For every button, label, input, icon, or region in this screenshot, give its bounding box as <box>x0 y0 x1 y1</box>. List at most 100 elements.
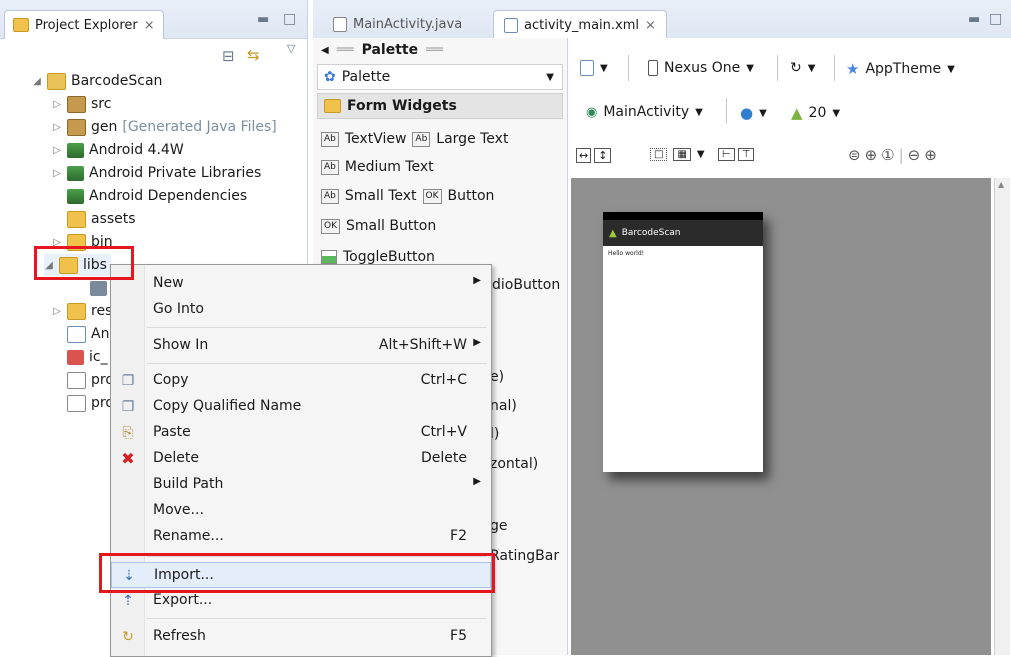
device-preview[interactable]: ▲ BarcodeScan Hello world! <box>603 212 763 472</box>
palette-widget-partial[interactable]: nal) <box>490 398 517 414</box>
toggle-fill-width-icon[interactable]: ↔ <box>576 148 592 163</box>
project-explorer-tab-label: Project Explorer <box>35 17 138 33</box>
margins-icon[interactable]: □ <box>650 148 668 161</box>
collapse-left-icon[interactable]: ◀ <box>321 45 329 56</box>
palette-widget-partial[interactable]: ge <box>490 518 508 534</box>
palette-widget-ratingbar-partial[interactable]: RatingBar <box>490 548 559 564</box>
zoom-fit-icon[interactable]: ⊜ <box>848 146 861 164</box>
palette-widget-partial[interactable]: zontal) <box>490 456 538 472</box>
project-explorer-tabbar: Project Explorer ⨯ ▬ □ <box>0 0 307 39</box>
maximize-icon[interactable]: □ <box>283 11 296 27</box>
menu-item-refresh[interactable]: ↻ Refresh F5 <box>111 624 491 650</box>
tree-item-src[interactable]: ▷ src <box>52 93 111 115</box>
menu-item-copy-qualified-name[interactable]: ❐ Copy Qualified Name <box>111 394 491 420</box>
zoom-real-size-icon[interactable]: ⊕ <box>865 146 878 164</box>
jar-icon <box>90 280 107 296</box>
theme-chooser[interactable]: ★ AppTheme ▼ <box>846 60 955 78</box>
scroll-up-icon[interactable]: ▲ <box>998 180 1004 189</box>
project-explorer-tab[interactable]: Project Explorer ⨯ <box>4 10 164 39</box>
link-with-editor-icon[interactable]: ⇆ <box>247 46 260 64</box>
palette-dropdown-value: Palette <box>341 69 391 85</box>
image-file-icon <box>67 349 84 365</box>
collapse-all-icon[interactable]: ⊟ <box>222 47 235 65</box>
minimize-icon[interactable]: ▬ <box>968 12 980 27</box>
tree-item-dependencies[interactable]: Android Dependencies <box>52 185 247 207</box>
palette-widget-large-text[interactable]: Large Text <box>436 131 508 147</box>
export-icon: ⇡ <box>122 593 134 609</box>
hello-textview[interactable]: Hello world! <box>608 250 644 257</box>
layout-editor: ▼ Nexus One ▼ ↻ ▼ ★ AppTheme ▼ ◉ MainAct… <box>568 38 1011 655</box>
palette-widget-togglebutton[interactable]: ToggleButton <box>343 249 435 265</box>
palette-widget-small-text[interactable]: Small Text <box>345 188 417 204</box>
theme-label: AppTheme <box>865 61 942 77</box>
library-icon <box>67 188 84 204</box>
align-top-icon[interactable]: ⊤ <box>737 148 755 161</box>
palette-section-form-widgets[interactable]: Form Widgets <box>317 93 563 119</box>
palette-row: OK Small Button <box>321 214 436 238</box>
tree-item-properties[interactable]: pro <box>67 392 114 414</box>
close-icon[interactable]: ⨯ <box>144 18 155 33</box>
device-label: Nexus One <box>664 60 741 76</box>
app-icon: ▲ <box>609 227 617 239</box>
menu-item-rename[interactable]: Rename... F2 <box>111 524 491 550</box>
align-left-icon[interactable]: ⊢ <box>718 148 735 161</box>
config-chooser[interactable]: ▼ <box>580 60 608 76</box>
chevron-down-icon[interactable]: ▼ <box>697 149 705 160</box>
view-menu-icon[interactable]: ▽ <box>287 42 295 55</box>
close-icon[interactable]: ⨯ <box>645 18 656 33</box>
chevron-down-icon: ▼ <box>807 62 816 74</box>
tree-item-jar[interactable] <box>90 277 107 299</box>
canvas-scrollbar[interactable]: ▲ <box>994 178 1010 655</box>
menu-item-show-in[interactable]: Show In Alt+Shift+W ▶ <box>111 333 491 359</box>
toggle-fill-height-icon[interactable]: ↕ <box>594 148 612 163</box>
tree-item-proguard[interactable]: pro <box>67 369 114 391</box>
menu-item-new[interactable]: New ▶ <box>111 271 491 297</box>
tree-item-project[interactable]: ◢ BarcodeScan <box>32 70 162 92</box>
locale-chooser[interactable]: ● ▼ <box>740 104 767 122</box>
menu-item-delete[interactable]: ✖ Delete Delete <box>111 446 491 472</box>
phone-icon <box>648 60 658 76</box>
tree-item-gen[interactable]: ▷ gen [Generated Java Files] <box>52 116 277 138</box>
tree-item-res[interactable]: ▷ res <box>52 300 112 322</box>
menu-item-copy[interactable]: ❐ Copy Ctrl+C <box>111 368 491 394</box>
minimize-icon[interactable]: ▬ <box>257 12 269 27</box>
palette-widget-radiobutton-partial[interactable]: dioButton <box>492 277 560 293</box>
zoom-tools: ⊜ ⊕ ① | ⊖ ⊕ <box>848 146 937 164</box>
palette-widget-medium-text[interactable]: Medium Text <box>345 159 434 175</box>
menu-item-go-into[interactable]: Go Into <box>111 297 491 323</box>
menu-item-move[interactable]: Move... <box>111 498 491 524</box>
zoom-100-icon[interactable]: ① <box>881 146 894 164</box>
chevron-down-icon: ▼ <box>832 107 841 119</box>
device-chooser[interactable]: Nexus One ▼ <box>648 60 754 76</box>
zoom-out-icon[interactable]: ⊖ <box>908 146 921 164</box>
palette-widget-partial[interactable]: e) <box>490 369 504 385</box>
orientation-chooser[interactable]: ↻ ▼ <box>790 60 815 76</box>
tree-item-private-libraries[interactable]: ▷ Android Private Libraries <box>52 162 261 184</box>
menu-item-build-path[interactable]: Build Path ▶ <box>111 472 491 498</box>
large-text-widget-icon: Ab <box>412 131 431 147</box>
zoom-in-icon[interactable]: ⊕ <box>924 146 937 164</box>
palette-dropdown[interactable]: ✿ Palette ▼ <box>317 64 563 90</box>
tree-item-manifest[interactable]: An <box>67 323 109 345</box>
menu-item-paste[interactable]: ⎘ Paste Ctrl+V <box>111 420 491 446</box>
palette-widget-small-button[interactable]: Small Button <box>346 218 436 234</box>
paste-icon: ⎘ <box>122 425 134 441</box>
tree-item-android-sdk[interactable]: ▷ Android 4.4W <box>52 139 184 161</box>
tab-activity-main-xml[interactable]: activity_main.xml ⨯ <box>493 10 667 39</box>
palette-row: Ab Small Text OK Button <box>321 184 494 208</box>
tree-item-assets[interactable]: assets <box>52 208 136 230</box>
api-level-chooser[interactable]: ▲ 20 ▼ <box>791 104 840 122</box>
tab-mainactivity-java[interactable]: MainActivity.java <box>323 10 472 38</box>
maximize-icon[interactable]: □ <box>989 11 1002 27</box>
tree-item-image[interactable]: ic_ <box>67 346 108 368</box>
tree-item-label: ic_ <box>89 349 108 365</box>
layout-canvas[interactable]: ▲ BarcodeScan Hello world! <box>571 178 991 655</box>
activity-chooser[interactable]: ◉ MainActivity ▼ <box>586 104 703 120</box>
textview-widget-icon: Ab <box>321 131 339 147</box>
gravity-icon[interactable]: ▦ <box>673 148 691 161</box>
tree-item-label: Android Dependencies <box>89 188 248 204</box>
palette-widget-textview[interactable]: TextView <box>345 131 407 147</box>
palette-widget-button[interactable]: Button <box>448 188 495 204</box>
small-text-widget-icon: Ab <box>321 188 339 204</box>
palette-header: ◀ ══ Palette ══ <box>321 42 443 58</box>
